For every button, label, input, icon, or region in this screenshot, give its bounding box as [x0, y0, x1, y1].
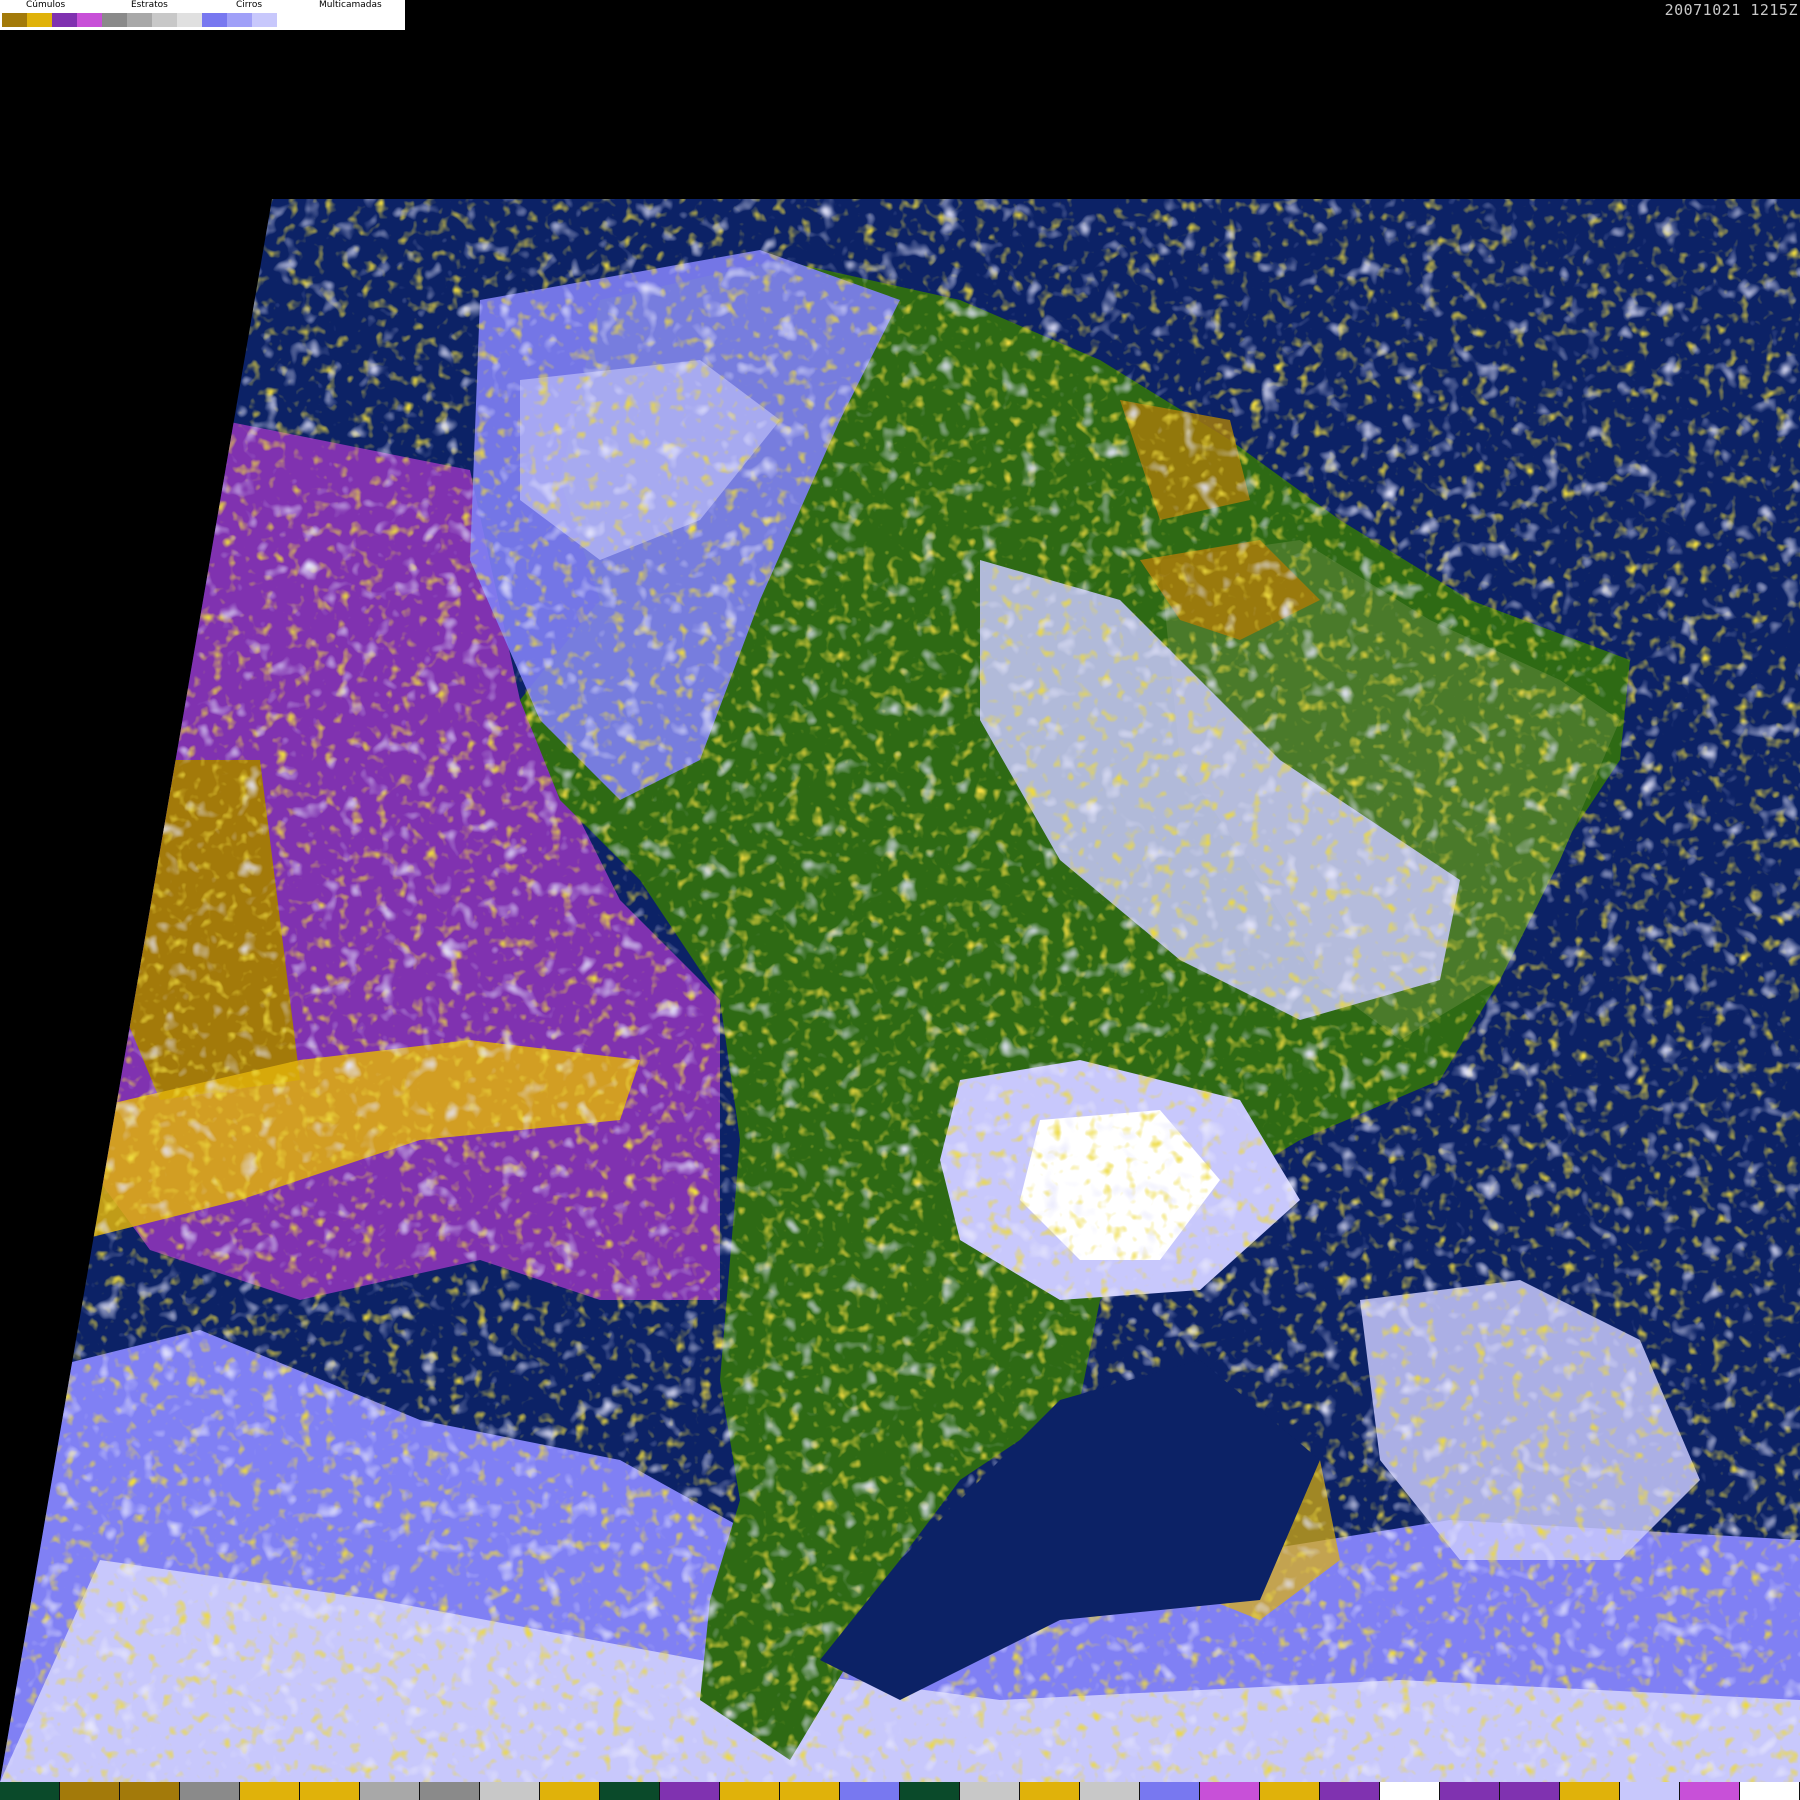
bottom-bar-cell — [660, 1782, 720, 1800]
bottom-bar-cell — [780, 1782, 840, 1800]
legend-swatch — [2, 13, 27, 27]
bottom-bar-cell — [1680, 1782, 1740, 1800]
bottom-bar-cell — [1260, 1782, 1320, 1800]
legend-swatches — [2, 13, 302, 27]
bottom-bar-cell — [600, 1782, 660, 1800]
legend-swatch — [277, 13, 302, 27]
legend-swatch — [27, 13, 52, 27]
bottom-bar-cell — [480, 1782, 540, 1800]
bottom-bar-cell — [60, 1782, 120, 1800]
legend-swatch — [177, 13, 202, 27]
satellite-cloud-classification-map — [0, 199, 1800, 1782]
bottom-bar-cell — [540, 1782, 600, 1800]
bottom-bar-cell — [420, 1782, 480, 1800]
bottom-bar-cell — [1380, 1782, 1440, 1800]
legend-label-stratus: Estratos — [131, 0, 168, 10]
bottom-bar-cell — [1560, 1782, 1620, 1800]
bottom-bar-cell — [1620, 1782, 1680, 1800]
bottom-bar-cell — [180, 1782, 240, 1800]
legend-swatch — [152, 13, 177, 27]
bottom-bar-cell — [1020, 1782, 1080, 1800]
bottom-bar-cell — [1080, 1782, 1140, 1800]
bottom-bar-cell — [1440, 1782, 1500, 1800]
legend-swatch — [102, 13, 127, 27]
bottom-bar-cell — [240, 1782, 300, 1800]
bottom-bar-cell — [720, 1782, 780, 1800]
bottom-bar-cell — [1200, 1782, 1260, 1800]
bottom-bar-cell — [300, 1782, 360, 1800]
bottom-bar-cell — [1140, 1782, 1200, 1800]
legend-swatch — [252, 13, 277, 27]
legend-label-cumulus: Cúmulos — [26, 0, 66, 10]
image-timestamp: 20071021 1215Z — [1664, 1, 1798, 19]
legend-label-multilayer: Multicamadas — [319, 0, 382, 10]
bottom-bar-cell — [120, 1782, 180, 1800]
bottom-color-bar — [0, 1782, 1800, 1800]
bottom-bar-cell — [960, 1782, 1020, 1800]
bottom-bar-cell — [840, 1782, 900, 1800]
cirrus-texture — [0, 199, 1800, 1782]
bottom-bar-cell — [1500, 1782, 1560, 1800]
legend-swatch — [127, 13, 152, 27]
bottom-bar-cell — [0, 1782, 60, 1800]
cloud-type-legend: Cúmulos Estratos Cirros Multicamadas — [0, 0, 405, 30]
legend-swatch — [52, 13, 77, 27]
bottom-bar-cell — [1740, 1782, 1800, 1800]
legend-swatch — [77, 13, 102, 27]
bottom-bar-cell — [900, 1782, 960, 1800]
bottom-bar-cell — [1320, 1782, 1380, 1800]
legend-swatch — [227, 13, 252, 27]
bottom-bar-cell — [360, 1782, 420, 1800]
legend-swatch — [202, 13, 227, 27]
legend-label-cirrus: Cirros — [236, 0, 263, 10]
